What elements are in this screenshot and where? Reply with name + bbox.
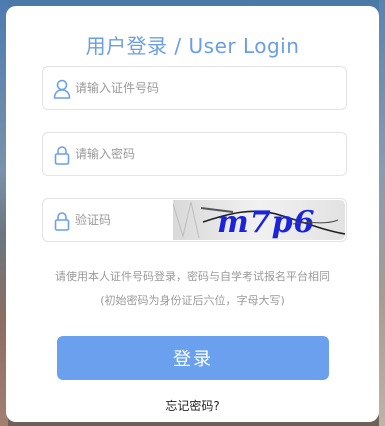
user-icon: [53, 79, 71, 99]
lock-icon: [53, 145, 71, 165]
page-title: 用户登录 / User Login: [85, 34, 300, 58]
background-right-strip: [379, 0, 385, 426]
captcha-field[interactable]: m7p6: [42, 198, 347, 242]
captcha-input[interactable]: [75, 199, 170, 241]
lock-icon: [53, 211, 71, 231]
captcha-image[interactable]: m7p6: [173, 200, 345, 240]
id-number-field[interactable]: [42, 66, 347, 110]
login-hint: 请使用本人证件号码登录，密码与自学考试报名平台相同: [55, 270, 330, 283]
login-button[interactable]: 登录: [57, 336, 329, 380]
initial-password-hint: (初始密码为身份证后六位，字母大写): [100, 294, 285, 307]
forgot-password-link[interactable]: 忘记密码?: [6, 397, 379, 414]
password-input[interactable]: [75, 133, 335, 175]
password-field[interactable]: [42, 132, 347, 176]
login-panel: 用户登录 / User Login 请输入证件号码 验证码 m7p6 请使用本人…: [6, 6, 379, 422]
id-number-input[interactable]: [75, 67, 335, 109]
